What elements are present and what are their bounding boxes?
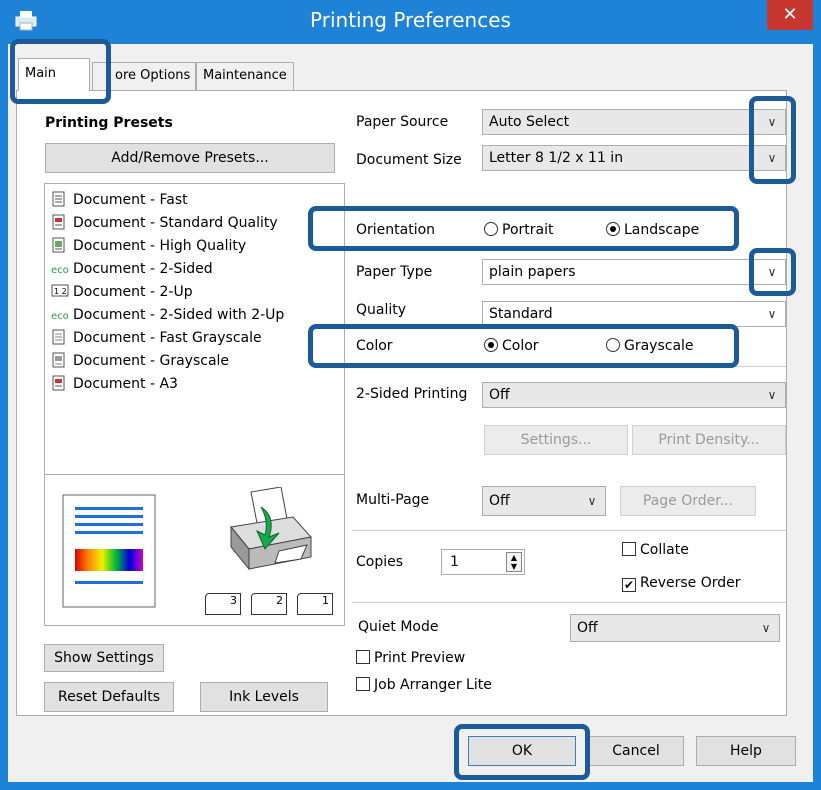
preset-item-2-sided[interactable]: eco Document - 2-Sided (51, 260, 213, 282)
page-stack-3: 3 (205, 593, 241, 615)
print-preview-checkbox[interactable]: Print Preview (356, 650, 465, 666)
chevron-down-icon: ∨ (587, 494, 597, 508)
help-button[interactable]: Help (696, 736, 796, 766)
document-icon (51, 214, 67, 230)
page-order-button[interactable]: Page Order... (620, 486, 756, 516)
preset-item-fast[interactable]: Document - Fast (51, 191, 188, 213)
ok-button-highlight (454, 724, 590, 780)
document-gray-icon (51, 329, 67, 345)
close-button[interactable]: ✕ (767, 0, 813, 30)
preset-item-standard-quality[interactable]: Document - Standard Quality (51, 214, 278, 236)
preset-item-grayscale[interactable]: Document - Grayscale (51, 352, 229, 374)
document-size-label: Document Size (356, 152, 462, 168)
window-title: Printing Preferences (310, 8, 511, 32)
document-size-select[interactable]: Letter 8 1/2 x 11 in ∨ (482, 145, 786, 171)
page-stack-2: 2 (251, 593, 287, 615)
paper-type-select[interactable]: plain papers ∨ (482, 259, 786, 285)
preset-item-fast-grayscale[interactable]: Document - Fast Grayscale (51, 329, 262, 351)
preset-item-2-sided-2-up[interactable]: eco Document - 2-Sided with 2-Up (51, 306, 284, 328)
chevron-down-icon: ∨ (767, 388, 777, 402)
document-photo-icon (51, 237, 67, 253)
document-gray-icon (51, 352, 67, 368)
printer-landscape-icon (230, 487, 312, 571)
svg-text:eco: eco (51, 311, 69, 322)
two-up-icon: 1 2 (51, 283, 69, 299)
tab-maintenance[interactable]: Maintenance (196, 62, 294, 90)
presets-list[interactable]: Document - Fast Document - Standard Qual… (44, 183, 345, 475)
cancel-button[interactable]: Cancel (588, 736, 684, 766)
svg-text:eco: eco (51, 265, 69, 276)
orientation-highlight (308, 206, 739, 251)
checkmark-icon: ✔ (622, 578, 636, 592)
main-tab-highlight (10, 39, 111, 104)
preset-item-a3[interactable]: Document - A3 (51, 375, 178, 397)
quiet-mode-select[interactable]: Off ∨ (570, 614, 780, 642)
checkbox-icon (356, 650, 370, 664)
separator (352, 602, 786, 603)
job-arranger-lite-checkbox[interactable]: Job Arranger Lite (356, 677, 492, 693)
spin-arrows-icon[interactable]: ▲ ▼ (506, 552, 522, 572)
reverse-order-checkbox[interactable]: ✔ Reverse Order (622, 575, 741, 592)
document-icon (51, 191, 67, 207)
collate-checkbox[interactable]: Collate (622, 542, 689, 558)
page-order-stack-icon: 3 2 1 (205, 593, 335, 617)
print-density-button[interactable]: Print Density... (632, 425, 786, 455)
checkbox-icon (622, 542, 636, 556)
color-highlight (308, 324, 739, 368)
two-sided-printing-select[interactable]: Off ∨ (482, 382, 786, 408)
add-remove-presets-button[interactable]: Add/Remove Presets... (45, 143, 335, 173)
eco-icon: eco (51, 306, 69, 322)
copies-spinbox[interactable]: 1 ▲ ▼ (441, 549, 525, 575)
paper-type-dropdown-highlight (749, 248, 796, 296)
preset-item-high-quality[interactable]: Document - High Quality (51, 237, 246, 259)
two-sided-printing-label: 2-Sided Printing (356, 386, 468, 402)
checkbox-icon (356, 677, 370, 691)
paper-source-label: Paper Source (356, 114, 449, 130)
copies-label: Copies (356, 554, 404, 570)
printing-presets-heading: Printing Presets (45, 115, 173, 131)
paper-type-label: Paper Type (356, 264, 433, 280)
dialog-client-area: Main ore Options Maintenance Printing Pr… (8, 39, 813, 782)
printing-preferences-window: Printing Preferences ✕ Main ore Options … (0, 0, 821, 790)
eco-icon: eco (51, 260, 69, 276)
multi-page-label: Multi-Page (356, 492, 430, 508)
quality-label: Quality (356, 302, 407, 318)
size-dropdowns-highlight (749, 96, 796, 184)
page-preview-icon (62, 494, 156, 608)
paper-source-select[interactable]: Auto Select ∨ (482, 109, 786, 135)
reset-defaults-button[interactable]: Reset Defaults (44, 682, 174, 712)
multi-page-select[interactable]: Off ∨ (482, 486, 606, 516)
svg-text:1 2: 1 2 (54, 287, 67, 296)
document-icon (51, 375, 67, 391)
title-bar[interactable]: Printing Preferences ✕ (0, 0, 821, 44)
show-settings-button[interactable]: Show Settings (44, 644, 164, 672)
two-sided-settings-button[interactable]: Settings... (484, 425, 628, 455)
print-preview-panel: 3 2 1 (44, 474, 345, 626)
separator (352, 530, 786, 531)
ink-levels-button[interactable]: Ink Levels (200, 682, 328, 712)
preset-item-2-up[interactable]: 1 2 Document - 2-Up (51, 283, 193, 305)
chevron-down-icon: ∨ (767, 307, 777, 321)
chevron-down-icon: ∨ (761, 621, 771, 635)
close-icon: ✕ (782, 4, 798, 25)
page-stack-1: 1 (297, 593, 333, 615)
quiet-mode-label: Quiet Mode (358, 619, 439, 635)
